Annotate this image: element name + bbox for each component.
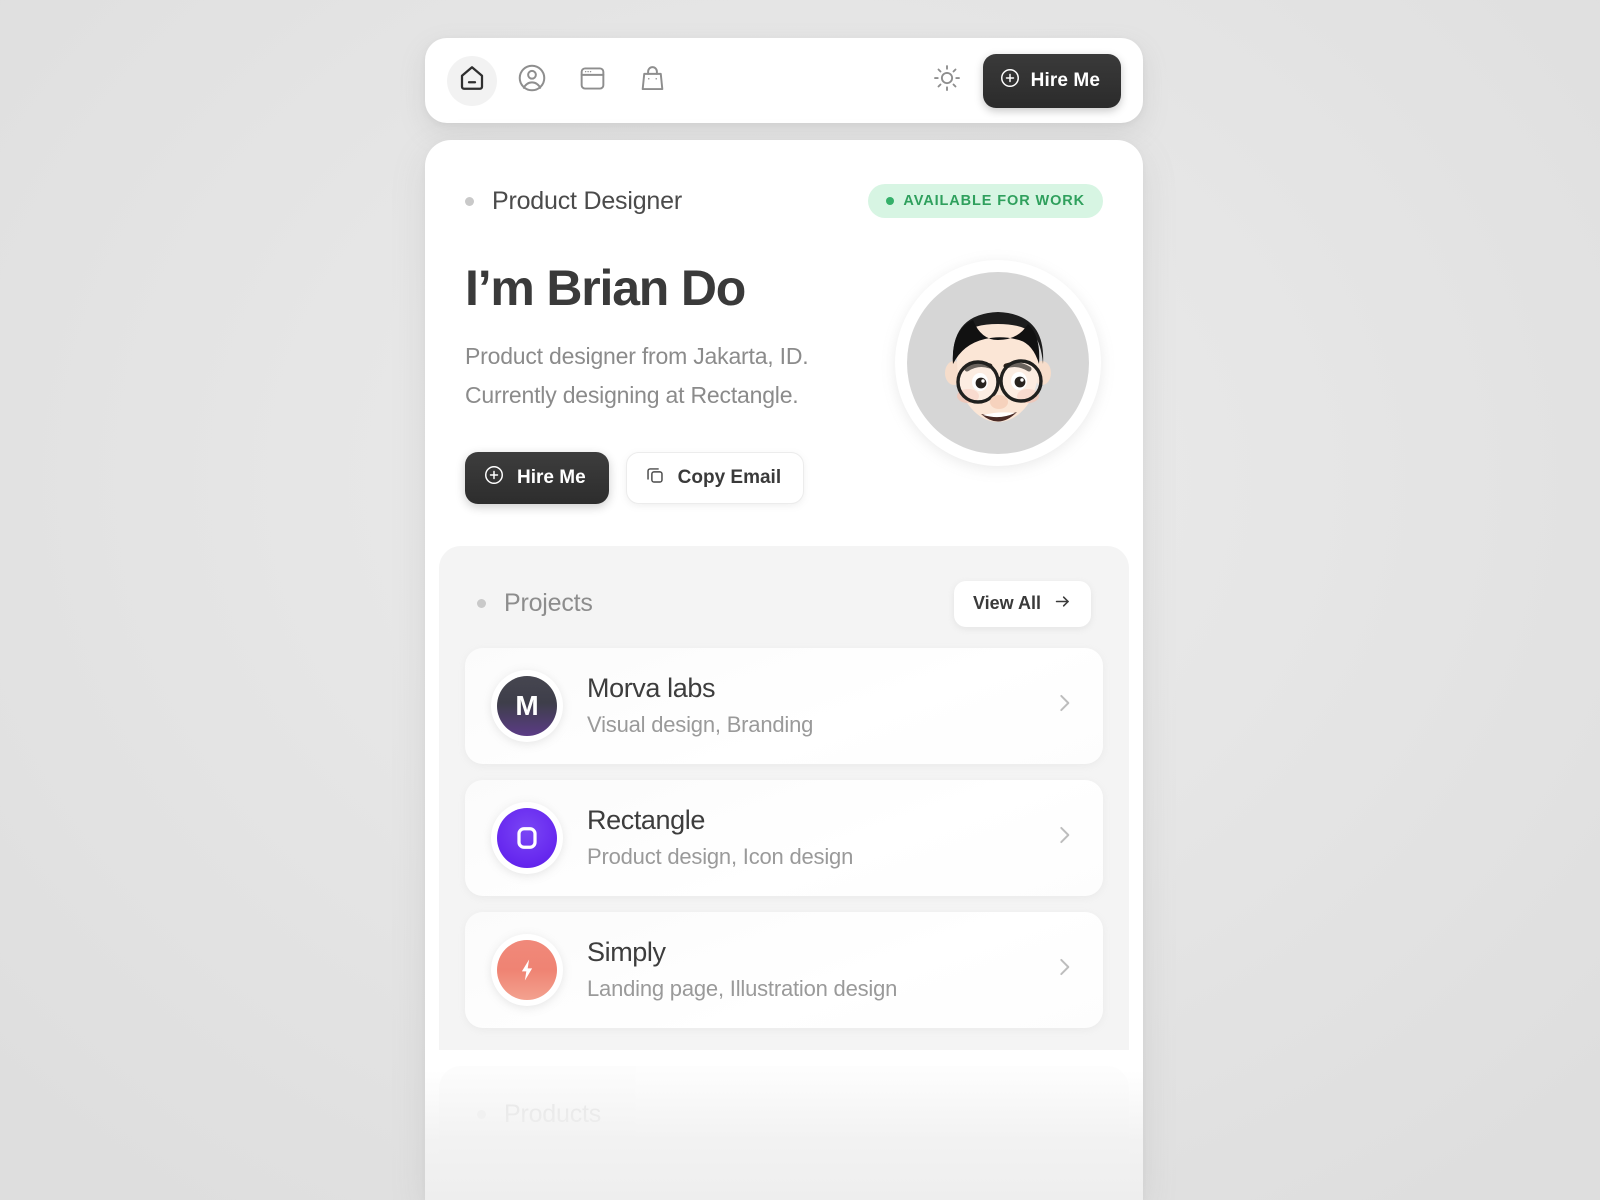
nav-item-home[interactable] — [447, 55, 497, 106]
avatar — [895, 260, 1101, 466]
project-logo-ring — [491, 933, 563, 1006]
copy-email-button[interactable]: Copy Email — [625, 451, 805, 504]
main-content-card: Product Designer AVAILABLE FOR WORK I’m … — [425, 140, 1143, 1200]
projects-title-group: Projects — [477, 589, 593, 618]
chevron-right-icon — [1051, 690, 1077, 721]
hero-header-row: Product Designer AVAILABLE FOR WORK — [465, 184, 1103, 218]
morva-labs-logo-icon: M — [497, 675, 557, 736]
projects-title: Projects — [504, 589, 593, 618]
project-tags: Product design, Icon design — [587, 844, 854, 870]
browser-window-icon — [577, 63, 608, 99]
plus-circle-icon — [483, 464, 505, 492]
products-title: Products — [504, 1099, 602, 1128]
hero-section: Product Designer AVAILABLE FOR WORK I’m … — [425, 140, 1143, 532]
hire-me-button[interactable]: Hire Me — [465, 451, 609, 504]
project-name: Rectangle — [587, 805, 705, 836]
page-root: Hire Me Product Designer AVAILABLE FOR W… — [0, 0, 1600, 1200]
view-all-projects-button[interactable]: View All — [953, 580, 1091, 627]
rectangle-logo-icon — [497, 807, 557, 868]
user-circle-icon — [516, 62, 548, 99]
nav-item-work[interactable] — [567, 56, 617, 106]
avatar-image — [907, 272, 1089, 454]
hero-subtitle: Product designer from Jakarta, ID. Curre… — [465, 337, 809, 416]
chevron-right-icon — [1051, 954, 1077, 985]
sun-icon — [932, 63, 962, 98]
projects-header: Projects View All — [465, 580, 1103, 628]
navbar-actions: Hire Me — [925, 53, 1121, 108]
status-badge-label: AVAILABLE FOR WORK — [903, 193, 1085, 209]
hero-subtitle-line-1: Product designer from Jakarta, ID. — [465, 342, 809, 369]
project-card-rectangle[interactable]: Rectangle Product design, Icon design — [465, 779, 1103, 896]
hero-body: I’m Brian Do Product designer from Jakar… — [465, 260, 1103, 504]
project-meta: Simply Landing page, Illustration design — [587, 937, 1027, 1002]
hero-subtitle-line-2: Currently designing at Rectangle. — [465, 382, 799, 409]
project-card-simply[interactable]: Simply Landing page, Illustration design — [465, 911, 1103, 1028]
project-card-morva-labs[interactable]: M Morva labs Visual design, Branding — [465, 647, 1103, 764]
nav-item-about[interactable] — [507, 56, 557, 106]
top-navbar: Hire Me — [425, 38, 1143, 123]
page-title: I’m Brian Do — [465, 260, 746, 316]
shopping-bag-icon — [637, 63, 668, 99]
simply-logo-icon — [497, 939, 557, 1000]
plus-circle-icon — [999, 67, 1021, 95]
bullet-dot-icon — [477, 1109, 486, 1119]
chevron-right-icon — [1051, 822, 1077, 853]
home-icon — [457, 63, 487, 98]
nav-item-shop[interactable] — [627, 56, 677, 106]
projects-section: Projects View All M Morva labs Visual de… — [439, 545, 1129, 1050]
theme-toggle-button[interactable] — [925, 59, 969, 103]
navbar-items — [447, 55, 677, 106]
status-dot-icon — [886, 197, 895, 205]
copy-icon — [644, 464, 666, 492]
hire-me-label-nav: Hire Me — [1030, 69, 1100, 91]
copy-email-label: Copy Email — [677, 466, 782, 488]
role-eyebrow: Product Designer — [465, 187, 682, 216]
status-badge: AVAILABLE FOR WORK — [868, 184, 1103, 218]
products-title-group: Products — [477, 1100, 1091, 1129]
role-label: Product Designer — [492, 186, 682, 215]
projects-list: M Morva labs Visual design, Branding Rec… — [465, 647, 1103, 1028]
project-name: Simply — [587, 937, 666, 968]
project-meta: Morva labs Visual design, Branding — [587, 673, 1027, 738]
hire-me-label: Hire Me — [517, 466, 586, 488]
bullet-dot-icon — [465, 196, 474, 206]
arrow-right-icon — [1053, 592, 1072, 616]
hero-actions: Hire Me Copy Email — [465, 451, 808, 504]
project-tags: Visual design, Branding — [587, 712, 814, 738]
project-logo-ring: M — [491, 669, 563, 742]
project-name: Morva labs — [587, 673, 716, 704]
hire-me-button-nav[interactable]: Hire Me — [982, 53, 1121, 108]
project-tags: Landing page, Illustration design — [587, 976, 898, 1002]
bullet-dot-icon — [477, 599, 486, 609]
project-logo-ring — [491, 801, 563, 874]
project-meta: Rectangle Product design, Icon design — [587, 805, 1027, 870]
memoji-illustration — [945, 312, 1051, 422]
view-all-label: View All — [972, 593, 1041, 614]
products-section: Products — [439, 1065, 1129, 1159]
morva-labs-logo-letter: M — [515, 689, 539, 721]
hero-text-block: I’m Brian Do Product designer from Jakar… — [465, 260, 809, 504]
